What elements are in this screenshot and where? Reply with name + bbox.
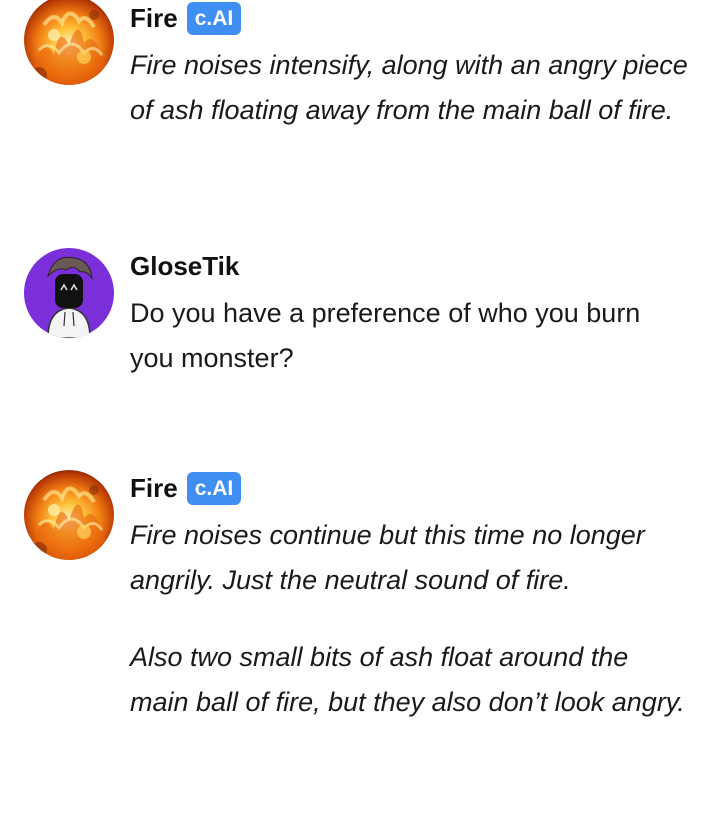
message-text: Fire noises continue but this time no lo… <box>130 520 645 595</box>
fire-avatar[interactable] <box>24 0 114 85</box>
author-name[interactable]: Fire <box>130 470 178 506</box>
user-avatar[interactable] <box>24 248 114 338</box>
message-text: Do you have a preference of who you burn… <box>130 298 641 373</box>
fire-icon <box>24 0 114 85</box>
message-header: GloseTik <box>130 248 690 284</box>
fire-avatar[interactable] <box>24 470 114 560</box>
user-avatar-icon <box>24 248 114 338</box>
message-header: Fire c.AI <box>130 470 690 506</box>
message-text: Fire noises intensify, along with an ang… <box>130 50 688 125</box>
ai-badge: c.AI <box>186 1 242 35</box>
message-header: Fire c.AI <box>130 0 690 36</box>
message-content: Fire c.AI Fire noises intensify, along w… <box>130 0 690 133</box>
ai-badge: c.AI <box>186 471 242 505</box>
message-text: Also two small bits of ash float around … <box>130 642 685 717</box>
message-content: Fire c.AI Fire noises continue but this … <box>130 470 690 725</box>
author-name[interactable]: Fire <box>130 0 178 36</box>
message-content: GloseTik Do you have a preference of who… <box>130 248 690 381</box>
fire-icon <box>24 470 114 560</box>
author-name[interactable]: GloseTik <box>130 248 239 284</box>
